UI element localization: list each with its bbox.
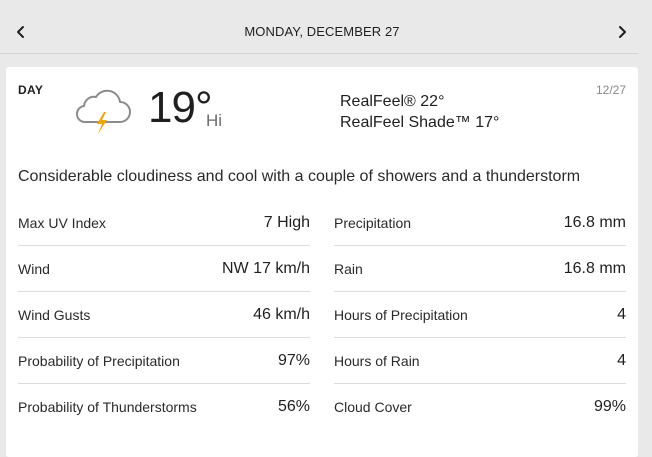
thunderstorm-cloud-icon: [75, 89, 131, 134]
detail-row: Hours of Precipitation 4: [334, 292, 626, 338]
detail-label: Hours of Precipitation: [334, 306, 468, 323]
day-label: DAY: [18, 83, 44, 97]
high-temperature: 19°: [148, 83, 213, 132]
details-left-column: Max UV Index 7 High Wind NW 17 km/h Wind…: [18, 200, 310, 430]
detail-value: 7 High: [263, 213, 310, 231]
detail-label: Wind Gusts: [18, 306, 91, 323]
detail-label: Precipitation: [334, 214, 412, 231]
detail-value: NW 17 km/h: [221, 259, 310, 277]
date-navigation: MONDAY, DECEMBER 27: [0, 10, 638, 54]
detail-label: Probability of Precipitation: [18, 352, 180, 369]
detail-value: 46 km/h: [253, 305, 310, 323]
realfeel-value: RealFeel® 22°: [340, 93, 445, 110]
detail-row: Rain 16.8 mm: [334, 246, 626, 292]
realfeel-block: RealFeel® 22° RealFeel Shade™ 17°: [340, 91, 499, 133]
details-grid: Max UV Index 7 High Wind NW 17 km/h Wind…: [18, 200, 626, 430]
detail-value: 99%: [593, 398, 626, 415]
detail-value: 97%: [277, 351, 310, 369]
detail-row: Wind NW 17 km/h: [18, 246, 310, 292]
detail-label: Max UV Index: [18, 214, 106, 231]
detail-label: Hours of Rain: [334, 352, 420, 369]
current-date: MONDAY, DECEMBER 27: [244, 24, 400, 39]
realfeel-shade-value: RealFeel Shade™ 17°: [340, 114, 500, 131]
detail-value: 56%: [277, 398, 310, 415]
detail-row: Cloud Cover 99%: [334, 384, 626, 430]
detail-row: Precipitation 16.8 mm: [334, 200, 626, 246]
detail-value: 4: [617, 351, 626, 369]
detail-value: 16.8 mm: [563, 259, 626, 277]
detail-row: Probability of Thunderstorms 56%: [18, 384, 310, 430]
detail-label: Wind: [18, 260, 50, 277]
detail-row: Hours of Rain 4: [334, 338, 626, 384]
details-right-column: Precipitation 16.8 mm Rain 16.8 mm Hours…: [334, 200, 626, 430]
temperature-type: Hi: [206, 111, 223, 130]
day-forecast-card: DAY 12/27 19° Hi RealFeel® 22° RealFeel …: [6, 67, 638, 457]
detail-row: Max UV Index 7 High: [18, 200, 310, 246]
detail-value: 4: [617, 305, 626, 323]
detail-label: Cloud Cover: [334, 399, 412, 415]
forecast-phrase: Considerable cloudiness and cool with a …: [18, 168, 581, 185]
next-day-button[interactable]: [614, 23, 630, 41]
chevron-right-icon: [619, 26, 626, 38]
detail-value: 16.8 mm: [563, 213, 626, 231]
detail-label: Rain: [334, 260, 363, 277]
detail-row: Probability of Precipitation 97%: [18, 338, 310, 384]
detail-label: Probability of Thunderstorms: [18, 399, 197, 415]
card-date: 12/27: [595, 83, 626, 97]
detail-row: Wind Gusts 46 km/h: [18, 292, 310, 338]
